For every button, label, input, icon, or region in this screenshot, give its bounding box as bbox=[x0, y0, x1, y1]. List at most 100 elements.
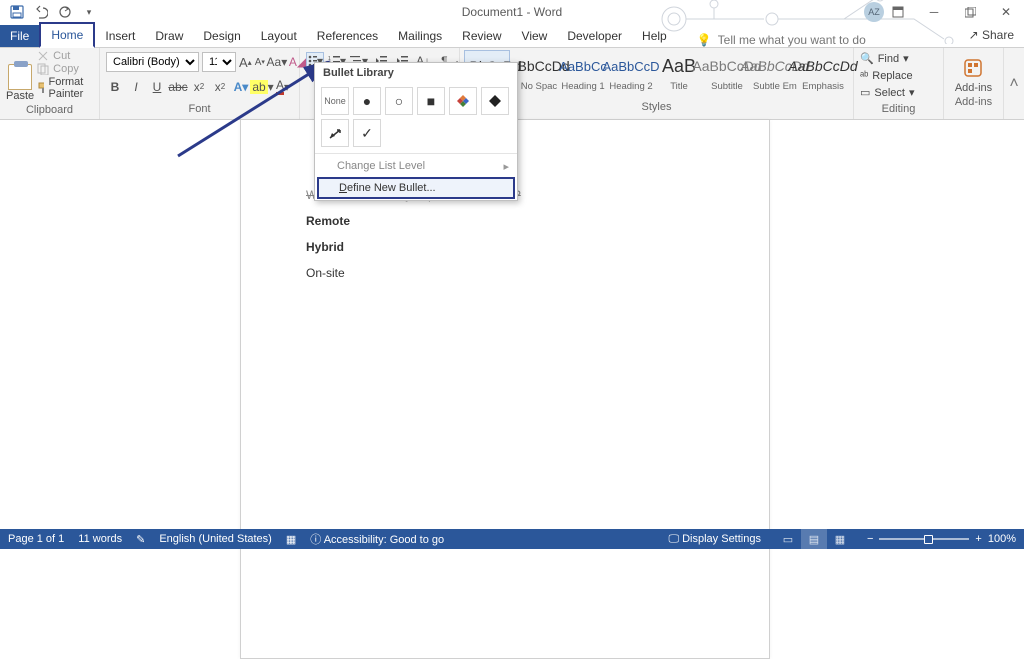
font-color-button[interactable]: A▾ bbox=[274, 78, 292, 96]
superscript-button[interactable]: x2 bbox=[211, 78, 229, 96]
zoom-level[interactable]: 100% bbox=[988, 533, 1016, 545]
select-button[interactable]: ▭Select ▾ bbox=[860, 84, 937, 101]
subscript-button[interactable]: x2 bbox=[190, 78, 208, 96]
tab-view[interactable]: View bbox=[512, 25, 558, 47]
tell-me-input[interactable] bbox=[718, 33, 898, 47]
group-label-editing: Editing bbox=[860, 101, 937, 119]
cursor-icon: ▭ bbox=[860, 86, 870, 99]
lightbulb-icon: 💡 bbox=[697, 33, 712, 47]
bullet-arrow[interactable] bbox=[321, 119, 349, 147]
read-mode-button[interactable]: ▭ bbox=[775, 529, 801, 549]
ribbon-display-options[interactable] bbox=[880, 0, 916, 24]
shrink-font-button[interactable]: A▾ bbox=[255, 53, 265, 71]
status-language[interactable]: English (United States) bbox=[159, 533, 272, 545]
collapse-ribbon-button[interactable]: ˄ bbox=[1004, 48, 1024, 119]
close-button[interactable]: ✕ bbox=[988, 0, 1024, 24]
restore-button[interactable] bbox=[952, 0, 988, 24]
define-new-bullet-item[interactable]: Define New Bullet... bbox=[317, 177, 515, 199]
style-no-spacing[interactable]: AaBbCcDd¶ No Spac... bbox=[512, 50, 558, 98]
tab-insert[interactable]: Insert bbox=[95, 25, 145, 47]
bullets-dropdown: Bullet Library None ● ○ ■ ✓ Change List … bbox=[314, 62, 518, 201]
zoom-controls: − + 100% bbox=[867, 533, 1016, 545]
underline-button[interactable]: U bbox=[148, 78, 166, 96]
tab-references[interactable]: References bbox=[307, 25, 388, 47]
doc-line-remote[interactable]: Remote bbox=[306, 212, 521, 230]
addins-label: Add-ins bbox=[955, 82, 992, 94]
bullet-diamond-4color[interactable] bbox=[449, 87, 477, 115]
status-macro-icon[interactable]: ▦ bbox=[286, 533, 296, 546]
zoom-slider[interactable] bbox=[879, 538, 969, 540]
group-clipboard: Paste Cut Copy Format Painter Clipboard bbox=[0, 48, 100, 119]
print-layout-button[interactable]: ▤ bbox=[801, 529, 827, 549]
bullet-circle[interactable]: ○ bbox=[385, 87, 413, 115]
italic-button[interactable]: I bbox=[127, 78, 145, 96]
font-size-combo[interactable]: 11 bbox=[202, 52, 236, 72]
display-settings-button[interactable]: 🖵 Display Settings bbox=[668, 533, 761, 546]
tab-file[interactable]: File bbox=[0, 25, 39, 47]
paste-button[interactable]: Paste bbox=[6, 50, 34, 102]
tab-mailings[interactable]: Mailings bbox=[388, 25, 452, 47]
change-case-button[interactable]: Aa▾ bbox=[268, 53, 286, 71]
bullet-checkmark[interactable]: ✓ bbox=[353, 119, 381, 147]
status-spellcheck-icon[interactable]: ✎ bbox=[136, 533, 145, 546]
bullet-diamond-black[interactable] bbox=[481, 87, 509, 115]
style-emphasis[interactable]: AaBbCcDdEmphasis bbox=[800, 50, 846, 98]
status-accessibility[interactable]: ⓘ Accessibility: Good to go bbox=[310, 531, 444, 547]
scissors-icon bbox=[37, 50, 49, 62]
doc-line-hybrid[interactable]: Hybrid bbox=[306, 238, 521, 256]
bullet-none[interactable]: None bbox=[321, 87, 349, 115]
group-addins: Add-ins Add-ins bbox=[944, 48, 1004, 119]
highlight-button[interactable]: ab▾ bbox=[253, 78, 271, 96]
undo-button[interactable] bbox=[30, 1, 52, 23]
quick-access-toolbar: ▾ bbox=[0, 1, 100, 23]
text-effects-button[interactable]: A▾ bbox=[232, 78, 250, 96]
zoom-in-button[interactable]: + bbox=[975, 533, 981, 545]
status-page[interactable]: Page 1 of 1 bbox=[8, 533, 64, 545]
group-label-addins: Add-ins bbox=[955, 94, 992, 112]
group-label-font: Font bbox=[106, 101, 293, 119]
status-words[interactable]: 11 words bbox=[78, 533, 122, 545]
bold-button[interactable]: B bbox=[106, 78, 124, 96]
grow-font-button[interactable]: A▴ bbox=[239, 53, 252, 71]
bullet-library-header: Bullet Library bbox=[315, 63, 517, 83]
styles-gallery[interactable]: AaBbCcDd¶ Normal AaBbCcDd¶ No Spac... Aa… bbox=[464, 50, 849, 98]
redo-button[interactable] bbox=[54, 1, 76, 23]
find-button[interactable]: 🔍Find ▾ bbox=[860, 50, 937, 67]
font-name-combo[interactable]: Calibri (Body) bbox=[106, 52, 199, 72]
doc-line-onsite[interactable]: On-site bbox=[306, 264, 521, 282]
replace-icon: ᵃᵇ bbox=[860, 70, 868, 82]
document-content[interactable]: What mode would you prefer to work in? R… bbox=[306, 186, 521, 290]
share-label: Share bbox=[982, 28, 1014, 42]
tell-me[interactable]: 💡 bbox=[697, 33, 898, 47]
cut-button: Cut bbox=[37, 50, 93, 62]
bullet-square[interactable]: ■ bbox=[417, 87, 445, 115]
addins-button[interactable]: Add-ins bbox=[955, 57, 992, 94]
tab-home[interactable]: Home bbox=[39, 22, 95, 48]
bullet-library-grid: None ● ○ ■ ✓ bbox=[315, 83, 517, 151]
format-painter-button[interactable]: Format Painter bbox=[37, 76, 93, 100]
strikethrough-button[interactable]: abc bbox=[169, 78, 187, 96]
replace-button[interactable]: ᵃᵇReplace bbox=[860, 67, 937, 84]
group-font: Calibri (Body) 11 A▴ A▾ Aa▾ A◢ B I U abc… bbox=[100, 48, 300, 119]
define-new-bullet-label: efine New Bullet... bbox=[347, 182, 436, 194]
share-button[interactable]: ↗ Share bbox=[969, 28, 1014, 42]
view-buttons: ▭ ▤ ▦ bbox=[775, 529, 853, 549]
qat-customize[interactable]: ▾ bbox=[78, 1, 100, 23]
tab-draw[interactable]: Draw bbox=[145, 25, 193, 47]
minimize-button[interactable]: ─ bbox=[916, 0, 952, 24]
tab-help[interactable]: Help bbox=[632, 25, 677, 47]
ribbon-tabs: File Home Insert Draw Design Layout Refe… bbox=[0, 24, 1024, 48]
tab-layout[interactable]: Layout bbox=[251, 25, 307, 47]
save-button[interactable] bbox=[6, 1, 28, 23]
change-list-level-item: Change List Level▸ bbox=[315, 156, 517, 176]
tab-review[interactable]: Review bbox=[452, 25, 511, 47]
titlebar: ▾ Document1 - Word AZ ─ ✕ bbox=[0, 0, 1024, 24]
tab-developer[interactable]: Developer bbox=[557, 25, 632, 47]
style-heading1[interactable]: AaBbCcHeading 1 bbox=[560, 50, 606, 98]
tab-design[interactable]: Design bbox=[193, 25, 250, 47]
web-layout-button[interactable]: ▦ bbox=[827, 529, 853, 549]
chevron-right-icon: ▸ bbox=[503, 160, 509, 173]
zoom-out-button[interactable]: − bbox=[867, 533, 873, 545]
style-heading2[interactable]: AaBbCcDHeading 2 bbox=[608, 50, 654, 98]
bullet-disc[interactable]: ● bbox=[353, 87, 381, 115]
